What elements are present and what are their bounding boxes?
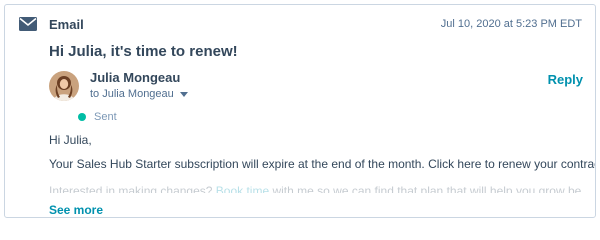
envelope-icon [19, 17, 37, 31]
email-greeting: Hi Julia, [49, 133, 92, 147]
email-activity-card: Email Jul 10, 2020 at 5:23 PM EDT Hi Jul… [4, 4, 596, 218]
status-label: Sent [94, 111, 117, 123]
activity-type-label: Email [49, 17, 84, 32]
reply-button[interactable]: Reply [548, 72, 583, 87]
recipient-label: to Julia Mongeau [90, 88, 174, 100]
email-subject: Hi Julia, it's time to renew! [49, 43, 238, 60]
faded-text-start: Interested in making changes? [49, 184, 216, 193]
see-more-button[interactable]: See more [49, 203, 103, 217]
recipient-dropdown[interactable]: to Julia Mongeau [90, 88, 188, 100]
sender-name: Julia Mongeau [90, 70, 181, 85]
email-status: Sent [78, 111, 117, 123]
email-body-line: Your Sales Hub Starter subscription will… [49, 157, 596, 171]
faded-text-end: with me so we can find that plan that wi… [269, 184, 581, 193]
book-time-link[interactable]: Book time [216, 184, 269, 193]
caret-down-icon [179, 91, 188, 97]
avatar [49, 71, 79, 101]
email-body-faded-line: Interested in making changes? Book time … [49, 181, 581, 193]
email-body: Hi Julia, Your Sales Hub Starter subscri… [49, 133, 596, 193]
status-dot-icon [78, 113, 86, 121]
activity-timestamp: Jul 10, 2020 at 5:23 PM EDT [440, 18, 582, 30]
